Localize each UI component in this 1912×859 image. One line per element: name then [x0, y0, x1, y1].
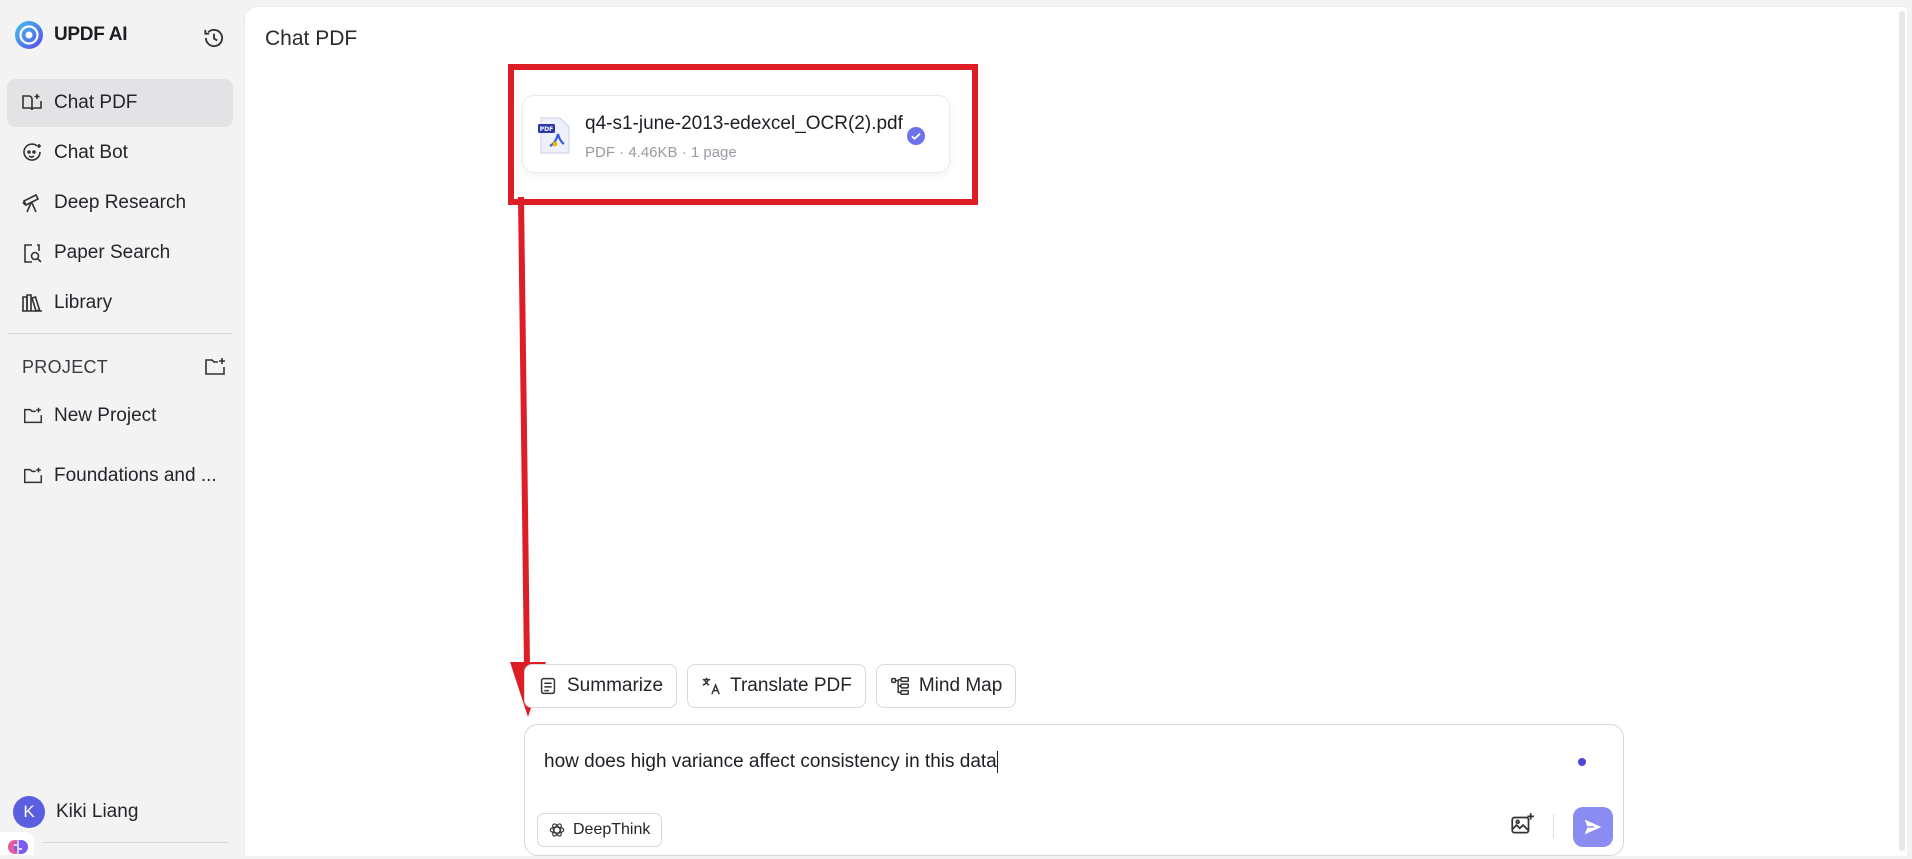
send-button[interactable]	[1573, 807, 1613, 847]
sidebar-item-label: Chat PDF	[54, 92, 138, 113]
mind-map-label: Mind Map	[918, 675, 1003, 696]
project-section-title: PROJECT	[22, 356, 109, 377]
translate-icon	[702, 677, 721, 695]
scrollbar[interactable]	[1899, 11, 1905, 851]
deepthink-toggle[interactable]: DeepThink	[537, 813, 663, 847]
atom-icon	[549, 823, 565, 837]
user-name: Kiki Liang	[56, 801, 139, 822]
user-profile[interactable]: K Kiki Liang	[13, 796, 138, 828]
annotation-arrow	[510, 197, 546, 717]
svg-text:PDF: PDF	[540, 126, 553, 133]
folder-icon	[24, 467, 42, 484]
sidebar-item-paper-search[interactable]: Paper Search	[7, 229, 233, 277]
brain-icon	[8, 840, 28, 854]
message-input-value: how does high variance affect consistenc…	[544, 751, 997, 773]
app-name: UPDF AI	[54, 24, 128, 45]
project-item-label: Foundations and ...	[54, 465, 217, 486]
updf-logo-icon	[15, 21, 43, 49]
composer-divider	[1553, 814, 1554, 838]
text-caret	[996, 751, 998, 773]
project-item-new-project[interactable]: New Project	[7, 392, 233, 440]
translate-pdf-button[interactable]: Translate PDF	[687, 664, 866, 708]
summarize-label: Summarize	[567, 675, 664, 696]
sidebar-item-label: Library	[54, 292, 113, 313]
quick-actions: Summarize Translate PDF Mind Map	[524, 664, 1017, 708]
chat-pdf-icon	[22, 94, 42, 111]
file-name: q4-s1-june-2013-edexcel_OCR(2).pdf	[585, 113, 903, 134]
sidebar-item-label: Deep Research	[54, 192, 187, 213]
check-circle-icon	[907, 127, 925, 145]
new-folder-icon[interactable]	[203, 355, 227, 379]
pdf-file-card[interactable]: PDF q4-s1-june-2013-edexcel_OCR(2).pdf P…	[522, 95, 950, 173]
message-input[interactable]: how does high variance affect consistenc…	[544, 751, 1544, 773]
pdf-file-icon: PDF	[538, 117, 570, 154]
sidebar-divider	[7, 333, 233, 334]
sidebar-nav: Chat PDF Chat Bot Deep Research Paper Se…	[7, 79, 233, 329]
summarize-button[interactable]: Summarize	[524, 664, 678, 708]
mind-map-icon	[890, 677, 909, 695]
file-meta: PDF · 4.46KB · 1 page	[585, 144, 737, 161]
sidebar-bottom-divider	[42, 842, 228, 843]
chat-bot-icon	[23, 143, 41, 161]
sidebar-item-chat-bot[interactable]: Chat Bot	[7, 129, 233, 177]
telescope-icon	[22, 193, 40, 213]
paper-search-icon	[24, 244, 42, 263]
folder-icon	[24, 407, 42, 424]
image-upload-icon[interactable]	[1509, 811, 1535, 837]
project-item-foundations[interactable]: Foundations and ...	[7, 452, 233, 500]
library-icon	[22, 294, 42, 312]
brain-badge[interactable]	[0, 832, 34, 855]
sidebar: UPDF AI Chat PDF Chat Bot Deep Research …	[0, 0, 243, 855]
project-list: New Project Foundations and ...	[7, 392, 233, 512]
mind-map-button[interactable]: Mind Map	[875, 664, 1017, 708]
message-composer: how does high variance affect consistenc…	[524, 724, 1624, 856]
translate-pdf-label: Translate PDF	[730, 675, 852, 696]
deepthink-label: DeepThink	[573, 821, 651, 838]
project-header: PROJECT	[22, 355, 227, 379]
sidebar-item-label: Chat Bot	[54, 142, 128, 163]
sidebar-item-library[interactable]: Library	[7, 279, 233, 327]
avatar: K	[13, 796, 45, 828]
sidebar-item-chat-pdf[interactable]: Chat PDF	[7, 79, 233, 127]
status-dot	[1578, 758, 1586, 766]
page-title: Chat PDF	[265, 27, 358, 50]
project-item-label: New Project	[54, 405, 157, 426]
history-icon[interactable]	[201, 25, 227, 51]
send-icon	[1584, 819, 1602, 835]
brand[interactable]: UPDF AI	[14, 20, 128, 50]
sidebar-item-deep-research[interactable]: Deep Research	[7, 179, 233, 227]
summarize-icon	[540, 677, 556, 695]
main-panel: Chat PDF PDF q4-s1-june-2013-edexcel_OCR…	[244, 6, 1907, 856]
sidebar-item-label: Paper Search	[54, 242, 171, 263]
